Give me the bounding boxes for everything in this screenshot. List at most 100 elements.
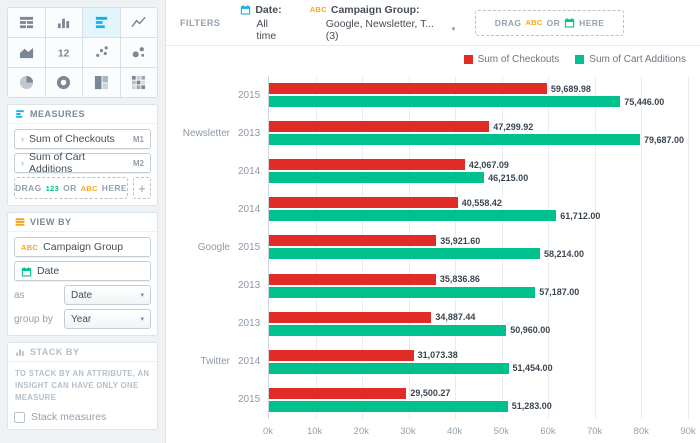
view-by-item-1[interactable]: ABC Campaign Group	[14, 237, 151, 257]
bar-cart-additions[interactable]	[269, 210, 556, 221]
attribute-filter-dropzone[interactable]: DRAG ABC OR HERE	[475, 10, 624, 36]
x-tick-label: 60k	[540, 426, 555, 437]
vis-type-headline[interactable]: 12	[46, 38, 83, 67]
bar-cart-additions[interactable]	[269, 325, 506, 336]
vis-type-pie-chart[interactable]	[8, 68, 45, 97]
x-tick-label: 20k	[354, 426, 369, 437]
date-granularity-select[interactable]: Year ▾	[64, 309, 151, 329]
category-label-row: Newsletter2013	[166, 114, 268, 152]
checkbox-unchecked[interactable]	[14, 412, 25, 423]
add-measure-button[interactable]: +	[133, 177, 151, 199]
view-by-panel: VIEW BY ABCCampaign GroupDate as Date ▾ …	[7, 212, 158, 336]
year-label: 2013	[238, 280, 268, 291]
bar-cart-additions[interactable]	[269, 401, 508, 412]
vis-type-scatter-plot[interactable]	[83, 38, 120, 67]
measure-item-2[interactable]: ›Sum of Cart AdditionsM2	[14, 153, 151, 173]
vis-type-area-chart[interactable]	[8, 38, 45, 67]
stack-by-note: TO STACK BY AN ATTRIBUTE, AN INSIGHT CAN…	[14, 367, 151, 411]
bar-cart-additions[interactable]	[269, 287, 535, 298]
date-filter[interactable]: Date: All time	[240, 4, 289, 42]
calendar-icon	[564, 17, 575, 28]
bar-value-label: 40,558.42	[458, 198, 502, 208]
filters-label: FILTERS	[180, 18, 220, 28]
dropzone-text: OR	[547, 18, 561, 28]
measure-label: Sum of Checkouts	[29, 133, 115, 145]
vis-type-line-chart[interactable]	[121, 8, 158, 37]
bar-cart-additions[interactable]	[269, 248, 540, 259]
bar-checkouts[interactable]	[269, 159, 465, 170]
bar-cart-additions[interactable]	[269, 134, 640, 145]
category-label-row: Twitter2014	[166, 343, 268, 381]
x-tick-label: 10k	[307, 426, 322, 437]
bar-value-label: 50,960.00	[506, 325, 550, 335]
measure-item-1[interactable]: › Sum of Checkouts M1	[14, 129, 151, 149]
attribute-label: Campaign Group	[43, 241, 123, 253]
treemap-icon	[94, 75, 109, 90]
plot: 59,689.9875,446.0047,299.9279,687.0042,0…	[268, 76, 688, 419]
bar-checkouts[interactable]	[269, 235, 436, 246]
group-label: Google	[198, 242, 230, 253]
category-label-row: 2015	[166, 381, 268, 419]
bar-line: 31,073.38	[269, 350, 688, 361]
dropzone-text: DRAG	[495, 18, 522, 28]
measures-panel: MEASURES ›Sum of CheckoutsM1›Sum of Cart…	[7, 104, 158, 206]
date-filter-label: Date:	[255, 4, 281, 16]
attribute-token: ABC	[310, 5, 327, 14]
measure-label: Sum of Cart Additions	[29, 151, 128, 175]
measure-badge: M1	[133, 135, 144, 144]
vis-type-table[interactable]	[8, 8, 45, 37]
measure-badge: M2	[133, 159, 144, 168]
bar-checkouts[interactable]	[269, 274, 436, 285]
bar-checkouts[interactable]	[269, 350, 414, 361]
bar-cart-additions[interactable]	[269, 172, 484, 183]
chart-legend: Sum of Checkouts Sum of Cart Additions	[464, 54, 686, 65]
bar-checkouts[interactable]	[269, 197, 458, 208]
bar-checkouts[interactable]	[269, 83, 547, 94]
measures-dropzone[interactable]: DRAG 123 OR ABC HERE	[14, 177, 128, 199]
legend-item-2[interactable]: Sum of Cart Additions	[575, 54, 686, 65]
bar-cart-additions[interactable]	[269, 96, 620, 107]
bar-cart-additions[interactable]	[269, 363, 509, 374]
column-chart-icon	[56, 15, 71, 30]
bar-value-label: 61,712.00	[556, 211, 600, 221]
bar-checkouts[interactable]	[269, 312, 431, 323]
vis-type-column-chart[interactable]	[46, 8, 83, 37]
group-label: Newsletter	[183, 128, 230, 139]
category-label-row: 2013	[166, 305, 268, 343]
bar-chart-icon	[94, 15, 109, 30]
attribute-token: ABC	[21, 243, 38, 252]
year-label: 2014	[238, 204, 268, 215]
dropzone-text: OR	[63, 183, 77, 193]
stack-measures-toggle[interactable]: Stack measures	[14, 411, 151, 423]
chevron-right-icon: ›	[21, 135, 24, 144]
vis-type-bar-chart[interactable]	[83, 8, 120, 37]
view-by-item-2[interactable]: Date	[14, 261, 151, 281]
view-by-title: VIEW BY	[30, 217, 72, 227]
bar-line: 57,187.00	[269, 287, 688, 298]
vis-type-donut-chart[interactable]	[46, 68, 83, 97]
view-by-icon	[15, 217, 25, 227]
year-label: 2015	[238, 242, 268, 253]
category-row: 29,500.2751,283.00	[269, 381, 688, 419]
stack-by-header: STACK BY	[8, 343, 157, 362]
legend-label: Sum of Checkouts	[478, 54, 560, 65]
year-label: 2014	[238, 356, 268, 367]
bar-value-label: 75,446.00	[620, 97, 664, 107]
bar-value-label: 59,689.98	[547, 84, 591, 94]
vis-type-picker: 12	[7, 7, 158, 98]
category-row: 35,921.6058,214.00	[269, 228, 688, 266]
bar-checkouts[interactable]	[269, 388, 406, 399]
group-by-label: group by	[14, 314, 58, 325]
campaign-group-filter[interactable]: ABC Campaign Group: Google, Newsletter, …	[310, 4, 455, 42]
vis-type-heatmap[interactable]	[121, 68, 158, 97]
vis-type-bubble-chart[interactable]	[121, 38, 158, 67]
bar-value-label: 57,187.00	[535, 287, 579, 297]
bar-chart: Sum of Checkouts Sum of Cart Additions 20…	[166, 46, 700, 443]
legend-item-1[interactable]: Sum of Checkouts	[464, 54, 560, 65]
sidebar: 12 MEASURES ›Sum of CheckoutsM1›Sum of C…	[0, 0, 166, 443]
bar-checkouts[interactable]	[269, 121, 489, 132]
vis-type-treemap[interactable]	[83, 68, 120, 97]
year-label: 2015	[238, 90, 268, 101]
x-tick-label: 80k	[634, 426, 649, 437]
date-as-select[interactable]: Date ▾	[64, 285, 151, 305]
